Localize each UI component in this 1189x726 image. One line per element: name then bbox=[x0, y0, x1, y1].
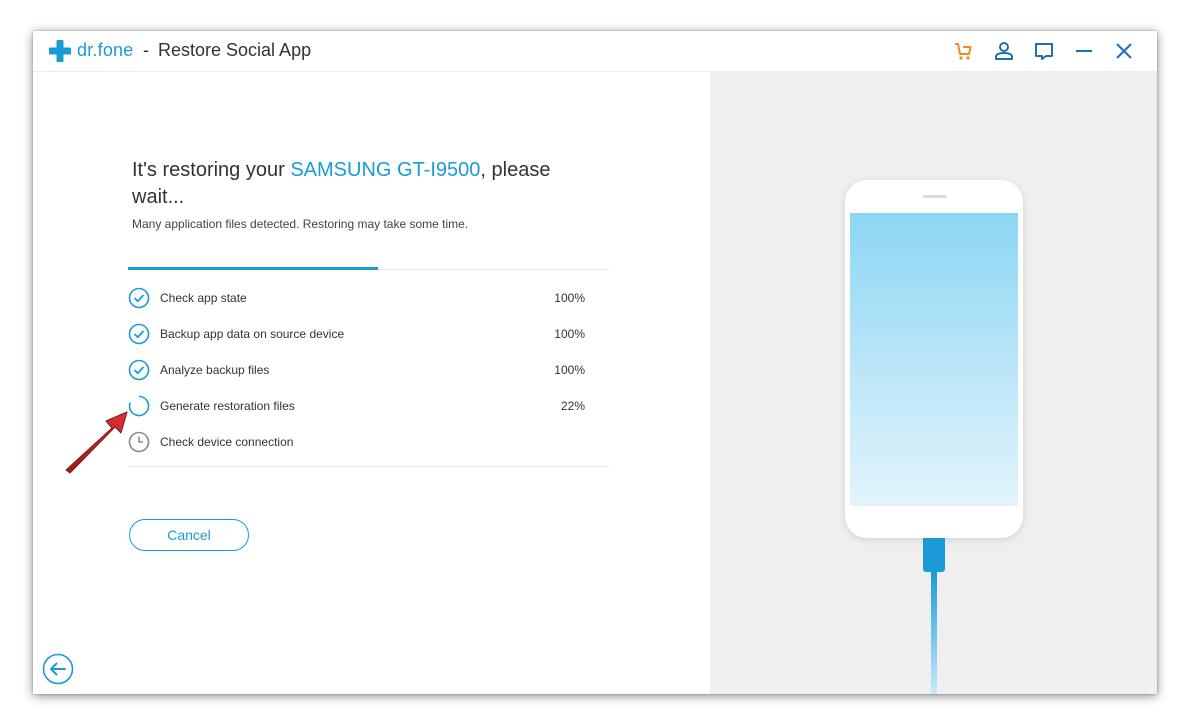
brand-name: dr.fone bbox=[77, 40, 134, 60]
step-item: Check device connection bbox=[128, 431, 593, 457]
close-button[interactable] bbox=[1112, 39, 1136, 63]
cart-button[interactable] bbox=[951, 39, 975, 63]
phone-screen bbox=[850, 213, 1018, 506]
restore-subtext: Many application files detected. Restori… bbox=[132, 217, 469, 231]
heading-prefix: It's restoring your bbox=[132, 159, 291, 181]
back-button[interactable] bbox=[42, 653, 74, 685]
loading-spinner-icon bbox=[128, 395, 150, 417]
title-separator: - bbox=[143, 40, 149, 60]
close-icon bbox=[1116, 43, 1132, 59]
check-circle-icon bbox=[128, 323, 150, 345]
divider bbox=[128, 466, 609, 467]
progress-fill bbox=[128, 267, 378, 270]
check-circle-icon bbox=[128, 359, 150, 381]
step-percent: 100% bbox=[554, 363, 585, 377]
usb-cable bbox=[931, 572, 937, 694]
window-title: Restore Social App bbox=[158, 40, 312, 60]
phone-speaker bbox=[923, 195, 947, 198]
step-percent: 22% bbox=[560, 399, 585, 413]
step-label: Analyze backup files bbox=[160, 363, 270, 377]
step-item: Backup app data on source device 100% bbox=[128, 323, 593, 349]
usb-plug bbox=[923, 538, 945, 572]
step-label: Check device connection bbox=[160, 435, 294, 449]
user-icon bbox=[995, 42, 1013, 60]
device-name: SAMSUNG GT-I9500 bbox=[290, 159, 481, 181]
minimize-icon bbox=[1076, 50, 1092, 52]
step-percent: 100% bbox=[554, 291, 585, 305]
step-item: Analyze backup files 100% bbox=[128, 359, 593, 385]
feedback-icon bbox=[1035, 43, 1053, 60]
step-percent: 100% bbox=[554, 327, 585, 341]
drfone-logo-icon bbox=[49, 40, 71, 62]
app-window: dr.fone - Restore Social App It's restor… bbox=[33, 31, 1157, 694]
step-item: Check app state 100% bbox=[128, 287, 593, 313]
title-bar: dr.fone - Restore Social App bbox=[33, 31, 1157, 72]
minimize-button[interactable] bbox=[1072, 39, 1096, 63]
feedback-button[interactable] bbox=[1032, 39, 1056, 63]
phone-illustration bbox=[845, 180, 1023, 538]
step-label: Check app state bbox=[160, 291, 247, 305]
back-arrow-icon bbox=[42, 653, 74, 685]
cancel-button[interactable]: Cancel bbox=[129, 519, 249, 551]
account-button[interactable] bbox=[992, 39, 1016, 63]
check-circle-icon bbox=[128, 287, 150, 309]
clock-icon bbox=[128, 431, 150, 453]
step-item: Generate restoration files 22% bbox=[128, 395, 593, 421]
restore-heading: It's restoring your SAMSUNG GT-I9500, pl… bbox=[132, 157, 572, 211]
cart-icon bbox=[955, 43, 972, 60]
step-label: Generate restoration files bbox=[160, 399, 295, 413]
step-label: Backup app data on source device bbox=[160, 327, 345, 341]
device-illustration-pane bbox=[710, 72, 1157, 694]
